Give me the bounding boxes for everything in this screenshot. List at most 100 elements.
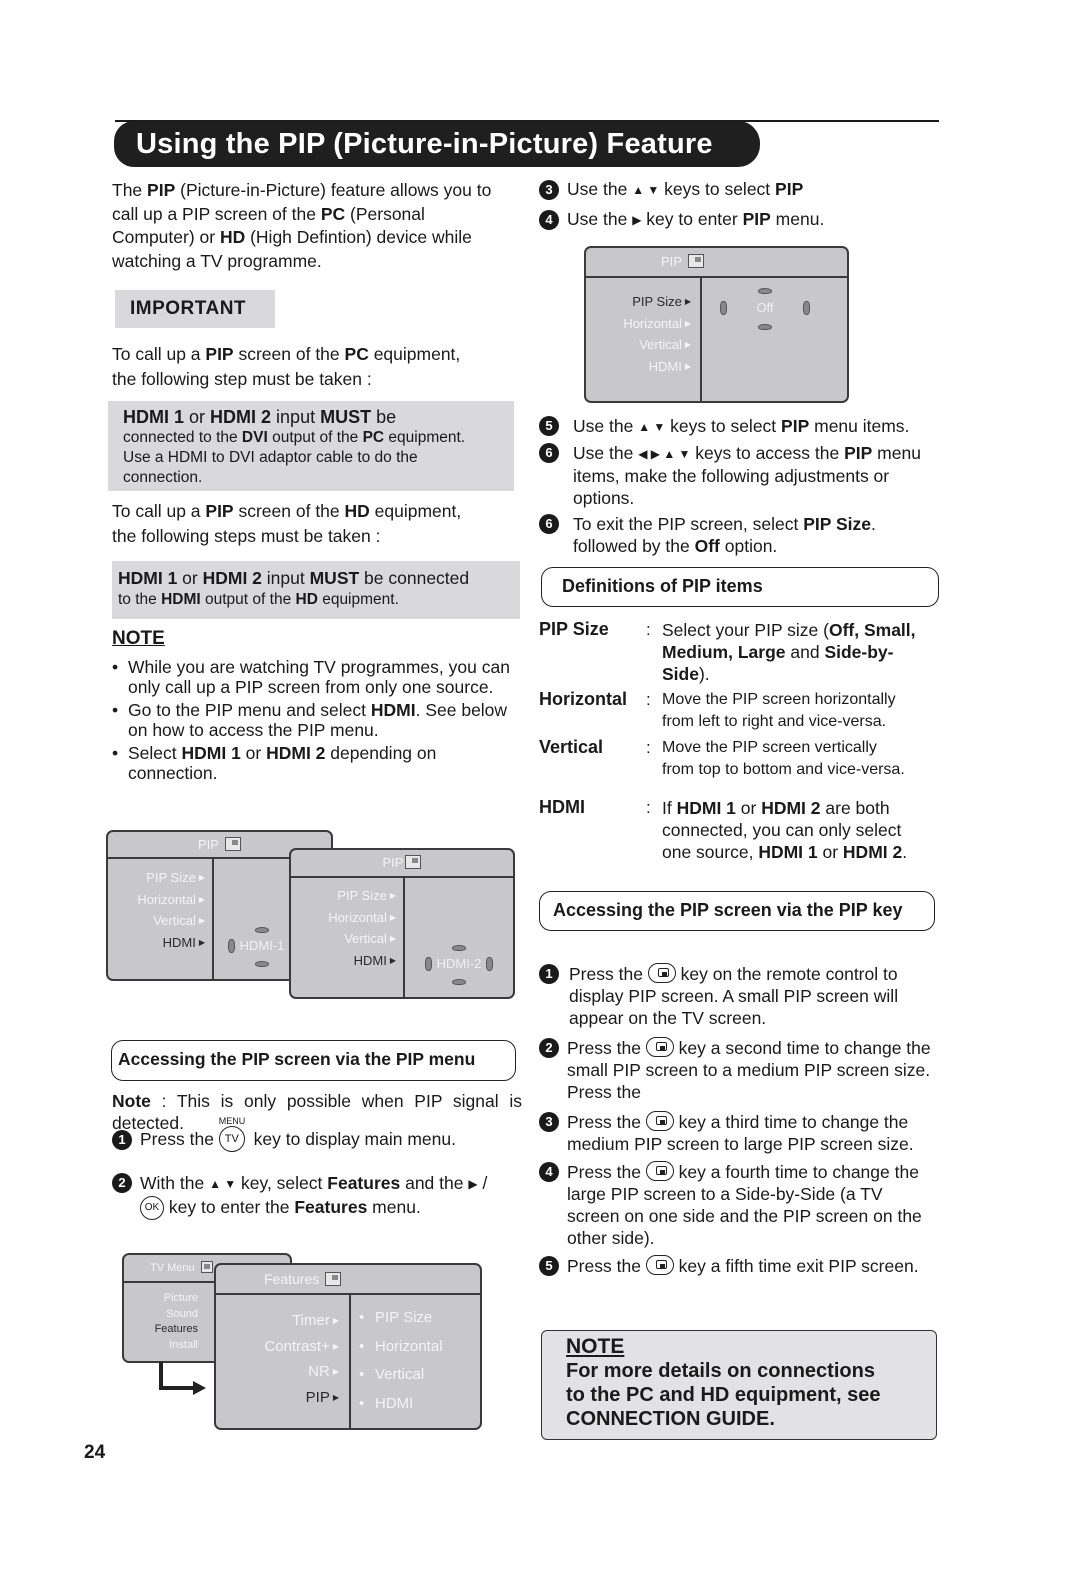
definition-desc: Select your PIP size (Off, Small, Medium,… <box>662 619 937 685</box>
text: Move the PIP screen vertically <box>662 739 877 756</box>
text: / <box>477 1173 488 1193</box>
text-bold: PIP Size <box>803 514 871 534</box>
step-3: 3 Use the ▲ ▼ keys to select PIP <box>539 178 939 203</box>
text: To call up a <box>112 501 206 521</box>
text: key, select <box>236 1173 328 1193</box>
nav-left-icon <box>720 301 727 315</box>
osd-item-label: PIP <box>305 1388 330 1406</box>
text: Press the <box>567 1162 646 1182</box>
osd-item-selected: HDMI ▶ <box>353 952 396 968</box>
text: key to enter <box>641 208 743 229</box>
text: . <box>902 842 908 862</box>
via-key-step: 5 Press the key a fifth time exit PIP scr… <box>539 1255 939 1277</box>
text: Use the <box>573 416 639 436</box>
direction-arrows-icon: ◀ ▶ ▲ ▼ <box>638 447 691 461</box>
text: If <box>662 798 677 818</box>
text: screen of the <box>233 501 345 521</box>
osd-sub-item: HDMI <box>359 1391 443 1417</box>
via-menu-step-2: 2 With the ▲ ▼ key, select Features and … <box>112 1172 512 1220</box>
nav-down-icon <box>758 324 772 330</box>
osd-title: Features <box>264 1271 320 1287</box>
osd-item: Contrast+ ▶ <box>264 1337 339 1355</box>
definition-term: PIP Size <box>539 619 609 639</box>
text: option. <box>719 536 778 556</box>
step-number: 5 <box>539 416 559 436</box>
section-heading-via-menu: Accessing the PIP screen via the PIP men… <box>111 1040 516 1081</box>
via-key-step: 1 Press the key on the remote control to … <box>539 963 939 1029</box>
text-bold: Note <box>112 1091 151 1111</box>
note-bullet: While you are watching TV programmes, yo… <box>112 657 512 697</box>
text-bold: HDMI 1 <box>676 798 736 818</box>
osd-value-control: Off <box>720 281 810 335</box>
osd-item: Horizontal ▶ <box>328 909 396 925</box>
step-number: 3 <box>539 180 559 200</box>
osd-items: Timer ▶ Contrast+ ▶ NR ▶ PIP ▶ <box>264 1308 339 1410</box>
text-bold: HDMI 2 <box>202 568 262 588</box>
colon: : <box>646 738 651 757</box>
colon: : <box>646 620 651 639</box>
text-bold: Side <box>662 664 699 684</box>
osd-sub-item: Horizontal <box>359 1334 443 1360</box>
tv-menu-icon <box>200 1261 213 1273</box>
definition-term: HDMI <box>539 797 585 817</box>
text-bold: PC <box>344 344 369 364</box>
pip-key-icon <box>645 1037 674 1057</box>
text: the following steps must be taken : <box>112 526 381 546</box>
step-number: 5 <box>539 1256 559 1276</box>
right-steps-top: 3 Use the ▲ ▼ keys to select PIP 4 Use the… <box>539 178 939 232</box>
text: be connected <box>359 568 470 588</box>
pip-icon <box>405 855 422 869</box>
osd-item: HDMI ▶ <box>648 358 691 374</box>
osd-features-menu: Features Timer▶ Contrast+▶ NR▶ PIP▶ PIP … <box>214 1263 482 1430</box>
text: be <box>371 407 397 427</box>
text: connected, you can only select <box>662 820 902 840</box>
intro-paragraph: The PIP (Picture-in-Picture) feature all… <box>112 179 512 273</box>
step-number: 6 <box>539 514 559 534</box>
text: input <box>271 407 321 427</box>
nav-right-icon <box>802 301 810 315</box>
up-down-arrow-icon: ▲ ▼ <box>209 1177 237 1191</box>
text: key to display main menu. <box>253 1129 456 1149</box>
via-key-step: 2 Press the key a second time to change t… <box>539 1037 939 1103</box>
osd-item-selected: PIP Size ▶ <box>632 294 691 309</box>
text-bold: MUST <box>320 407 372 427</box>
osd-value: HDMI-1 <box>239 938 285 953</box>
definition-desc: Move the PIP screen horizontally from le… <box>662 689 937 733</box>
hd-intro: To call up a PIP screen of the HD equipm… <box>112 499 522 549</box>
important-label: IMPORTANT <box>115 290 275 328</box>
nav-down-icon <box>452 979 466 985</box>
text: equipment. <box>317 591 399 608</box>
pip-icon <box>687 254 704 268</box>
step-number: 3 <box>539 1112 559 1132</box>
text-bold: HDMI 1 <box>181 743 241 763</box>
text-bold: PIP <box>205 344 234 364</box>
osd-item: NR ▶ <box>308 1363 339 1380</box>
text-bold: Off, Small, <box>828 620 916 640</box>
features-icon <box>325 1272 342 1286</box>
text: Press the <box>567 1112 646 1132</box>
osd-title: PIP <box>661 254 682 269</box>
osd-item-label: Horizontal <box>623 315 682 331</box>
osd-item-label: Horizontal <box>137 891 196 907</box>
text: or <box>817 842 843 862</box>
osd-title: PIP <box>382 855 404 870</box>
text-bold: HDMI <box>161 591 201 608</box>
text: key a fifth time exit PIP screen. <box>673 1256 919 1276</box>
text: menu items. <box>809 416 910 436</box>
text: connected to the <box>123 429 242 446</box>
pip-key-icon <box>645 1255 674 1275</box>
osd-item-label: Vertical <box>153 913 196 928</box>
text: keys to select <box>665 416 782 436</box>
osd-sub-item: Vertical <box>359 1362 443 1388</box>
step-number: 1 <box>112 1130 132 1150</box>
note-line: CONNECTION GUIDE. <box>566 1408 775 1430</box>
osd-item-label: Contrast+ <box>264 1337 330 1355</box>
text-bold: PIP <box>781 416 810 436</box>
text: Press the <box>569 964 648 984</box>
note-bullet: Go to the PIP menu and select HDMI. See … <box>112 700 512 740</box>
via-key-steps: 1 Press the key on the remote control to … <box>539 963 939 1277</box>
colon: : <box>646 690 651 709</box>
osd-title: TV Menu <box>150 1262 195 1274</box>
text-bold: HDMI <box>370 700 416 720</box>
step-4: 4 Use the ▶ key to enter PIP menu. <box>539 208 939 233</box>
